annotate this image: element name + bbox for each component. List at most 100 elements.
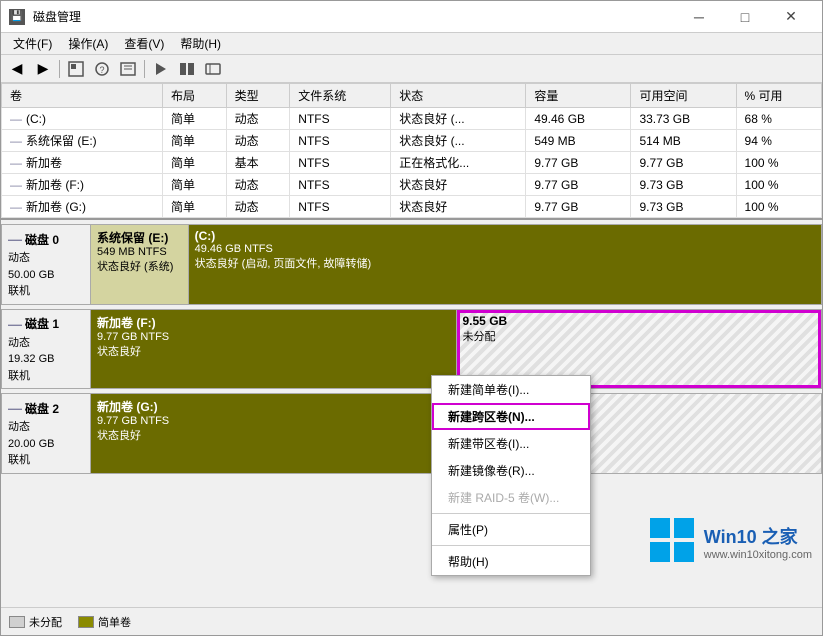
col-type: 类型 (226, 84, 290, 108)
table-row[interactable]: —新加卷简单基本NTFS正在格式化...9.77 GB9.77 GB100 % (2, 152, 822, 174)
table-cell-3-7: 100 % (736, 174, 821, 196)
disk-type-2: 动态 (8, 419, 84, 436)
partition-1-0[interactable]: 新加卷 (F:) 9.77 GB NTFS 状态良好 (91, 310, 457, 389)
window-title: 磁盘管理 (33, 8, 81, 25)
toolbar-btn-6[interactable] (201, 58, 225, 80)
part-size-1-1: 未分配 (463, 328, 816, 344)
disk-type-1: 动态 (8, 335, 84, 352)
table-cell-1-5: 549 MB (526, 130, 631, 152)
disk-visual-wrapper: — 磁盘 0 动态 50.00 GB 联机系统保留 (E:) 549 MB NT… (1, 220, 822, 607)
partition-0-0[interactable]: 系统保留 (E:) 549 MB NTFS 状态良好 (系统) (91, 225, 189, 304)
disk-status-1: 联机 (8, 368, 84, 385)
table-cell-0-2: 动态 (226, 108, 290, 130)
table-cell-1-2: 动态 (226, 130, 290, 152)
table-cell-0-1: 简单 (162, 108, 226, 130)
table-cell-0-7: 68 % (736, 108, 821, 130)
toolbar-sep-2 (144, 60, 145, 78)
table-cell-3-2: 动态 (226, 174, 290, 196)
menu-bar: 文件(F) 操作(A) 查看(V) 帮助(H) (1, 33, 822, 55)
part-label-1-0: 新加卷 (F:) (97, 314, 450, 331)
disk-size-0: 50.00 GB (8, 267, 84, 284)
table-row[interactable]: —新加卷 (G:)简单动态NTFS状态良好9.77 GB9.73 GB100 % (2, 196, 822, 218)
table-cell-2-0: —新加卷 (2, 152, 163, 174)
table-cell-2-6: 9.77 GB (631, 152, 736, 174)
toolbar-btn-2[interactable]: ? (90, 58, 114, 80)
legend-label-0: 未分配 (29, 614, 62, 630)
partition-0-1[interactable]: (C:) 49.46 GB NTFS 状态良好 (启动, 页面文件, 故障转储) (189, 225, 821, 304)
table-cell-2-2: 基本 (226, 152, 290, 174)
table-cell-3-1: 简单 (162, 174, 226, 196)
table-cell-0-3: NTFS (290, 108, 391, 130)
minimize-button[interactable]: ─ (676, 1, 722, 33)
ctx-item-3[interactable]: 新建镜像卷(R)... (432, 457, 590, 484)
table-cell-1-4: 状态良好 (... (391, 130, 526, 152)
disk-row-0: — 磁盘 0 动态 50.00 GB 联机系统保留 (E:) 549 MB NT… (1, 224, 822, 305)
table-cell-3-5: 9.77 GB (526, 174, 631, 196)
part-label-0-1: (C:) (195, 229, 815, 243)
disk-visual-area: — 磁盘 0 动态 50.00 GB 联机系统保留 (E:) 549 MB NT… (1, 220, 822, 482)
part-status-0-0: 状态良好 (系统) (97, 258, 182, 274)
table-row[interactable]: —(C:)简单动态NTFS状态良好 (...49.46 GB33.73 GB68… (2, 108, 822, 130)
col-capacity: 容量 (526, 84, 631, 108)
legend-box-0 (9, 616, 25, 628)
title-bar: 💾 磁盘管理 ─ □ ✕ (1, 1, 822, 33)
disk-name-2: — 磁盘 2 (8, 398, 84, 419)
toolbar-btn-5[interactable] (175, 58, 199, 80)
watermark-site: www.win10xitong.com (704, 549, 812, 561)
menu-action[interactable]: 操作(A) (60, 33, 116, 54)
ctx-item-1[interactable]: 新建跨区卷(N)... (432, 403, 590, 430)
table-cell-1-0: —系统保留 (E:) (2, 130, 163, 152)
context-menu: 新建简单卷(I)...新建跨区卷(N)...新建带区卷(I)...新建镜像卷(R… (431, 375, 591, 576)
table-cell-4-2: 动态 (226, 196, 290, 218)
menu-view[interactable]: 查看(V) (116, 33, 172, 54)
ctx-separator-7 (432, 545, 590, 546)
close-button[interactable]: ✕ (768, 1, 814, 33)
ctx-item-6[interactable]: 属性(P) (432, 516, 590, 543)
disk-table-area: 卷 布局 类型 文件系统 状态 容量 可用空间 % 可用 —(C:)简单动态NT… (1, 83, 822, 635)
table-cell-3-4: 状态良好 (391, 174, 526, 196)
toolbar-btn-1[interactable] (64, 58, 88, 80)
ctx-item-0[interactable]: 新建简单卷(I)... (432, 376, 590, 403)
legend-item-1: 简单卷 (78, 614, 131, 630)
disk-row-2: — 磁盘 2 动态 20.00 GB 联机新加卷 (G:) 9.77 GB NT… (1, 393, 822, 474)
maximize-button[interactable]: □ (722, 1, 768, 33)
table-cell-3-0: —新加卷 (F:) (2, 174, 163, 196)
col-free: 可用空间 (631, 84, 736, 108)
watermark: Win10 之家 www.win10xitong.com (648, 516, 812, 567)
table-cell-4-5: 9.77 GB (526, 196, 631, 218)
partition-2-0[interactable]: 新加卷 (G:) 9.77 GB NTFS 状态良好 (91, 394, 457, 473)
legend-item-0: 未分配 (9, 614, 62, 630)
ctx-item-2[interactable]: 新建带区卷(I)... (432, 430, 590, 457)
col-pct: % 可用 (736, 84, 821, 108)
col-layout: 布局 (162, 84, 226, 108)
disk-status-0: 联机 (8, 283, 84, 300)
status-bar: 未分配 简单卷 (1, 607, 822, 635)
disk-name-1: — 磁盘 1 (8, 314, 84, 335)
table-cell-1-7: 94 % (736, 130, 821, 152)
table-cell-3-6: 9.73 GB (631, 174, 736, 196)
disk-partitions-0: 系统保留 (E:) 549 MB NTFS 状态良好 (系统)(C:) 49.4… (91, 224, 822, 305)
col-vol: 卷 (2, 84, 163, 108)
table-cell-2-7: 100 % (736, 152, 821, 174)
title-controls: ─ □ ✕ (676, 1, 814, 33)
menu-help[interactable]: 帮助(H) (172, 33, 229, 54)
table-cell-2-1: 简单 (162, 152, 226, 174)
ctx-item-8[interactable]: 帮助(H) (432, 548, 590, 575)
table-row[interactable]: —系统保留 (E:)简单动态NTFS状态良好 (...549 MB514 MB9… (2, 130, 822, 152)
menu-file[interactable]: 文件(F) (5, 33, 60, 54)
volumes-table: 卷 布局 类型 文件系统 状态 容量 可用空间 % 可用 —(C:)简单动态NT… (1, 83, 822, 218)
table-cell-4-1: 简单 (162, 196, 226, 218)
back-button[interactable]: ◀ (5, 58, 29, 80)
part-size-1-0: 9.77 GB NTFS (97, 331, 450, 343)
table-cell-3-3: NTFS (290, 174, 391, 196)
forward-button[interactable]: ▶ (31, 58, 55, 80)
legend-label-1: 简单卷 (98, 614, 131, 630)
disk-status-2: 联机 (8, 452, 84, 469)
main-content: 卷 布局 类型 文件系统 状态 容量 可用空间 % 可用 —(C:)简单动态NT… (1, 83, 822, 635)
disk-name-0: — 磁盘 0 (8, 229, 84, 250)
table-row[interactable]: —新加卷 (F:)简单动态NTFS状态良好9.77 GB9.73 GB100 % (2, 174, 822, 196)
disk-row-1: — 磁盘 1 动态 19.32 GB 联机新加卷 (F:) 9.77 GB NT… (1, 309, 822, 390)
ctx-separator-5 (432, 513, 590, 514)
toolbar-btn-4[interactable] (149, 58, 173, 80)
toolbar-btn-3[interactable] (116, 58, 140, 80)
